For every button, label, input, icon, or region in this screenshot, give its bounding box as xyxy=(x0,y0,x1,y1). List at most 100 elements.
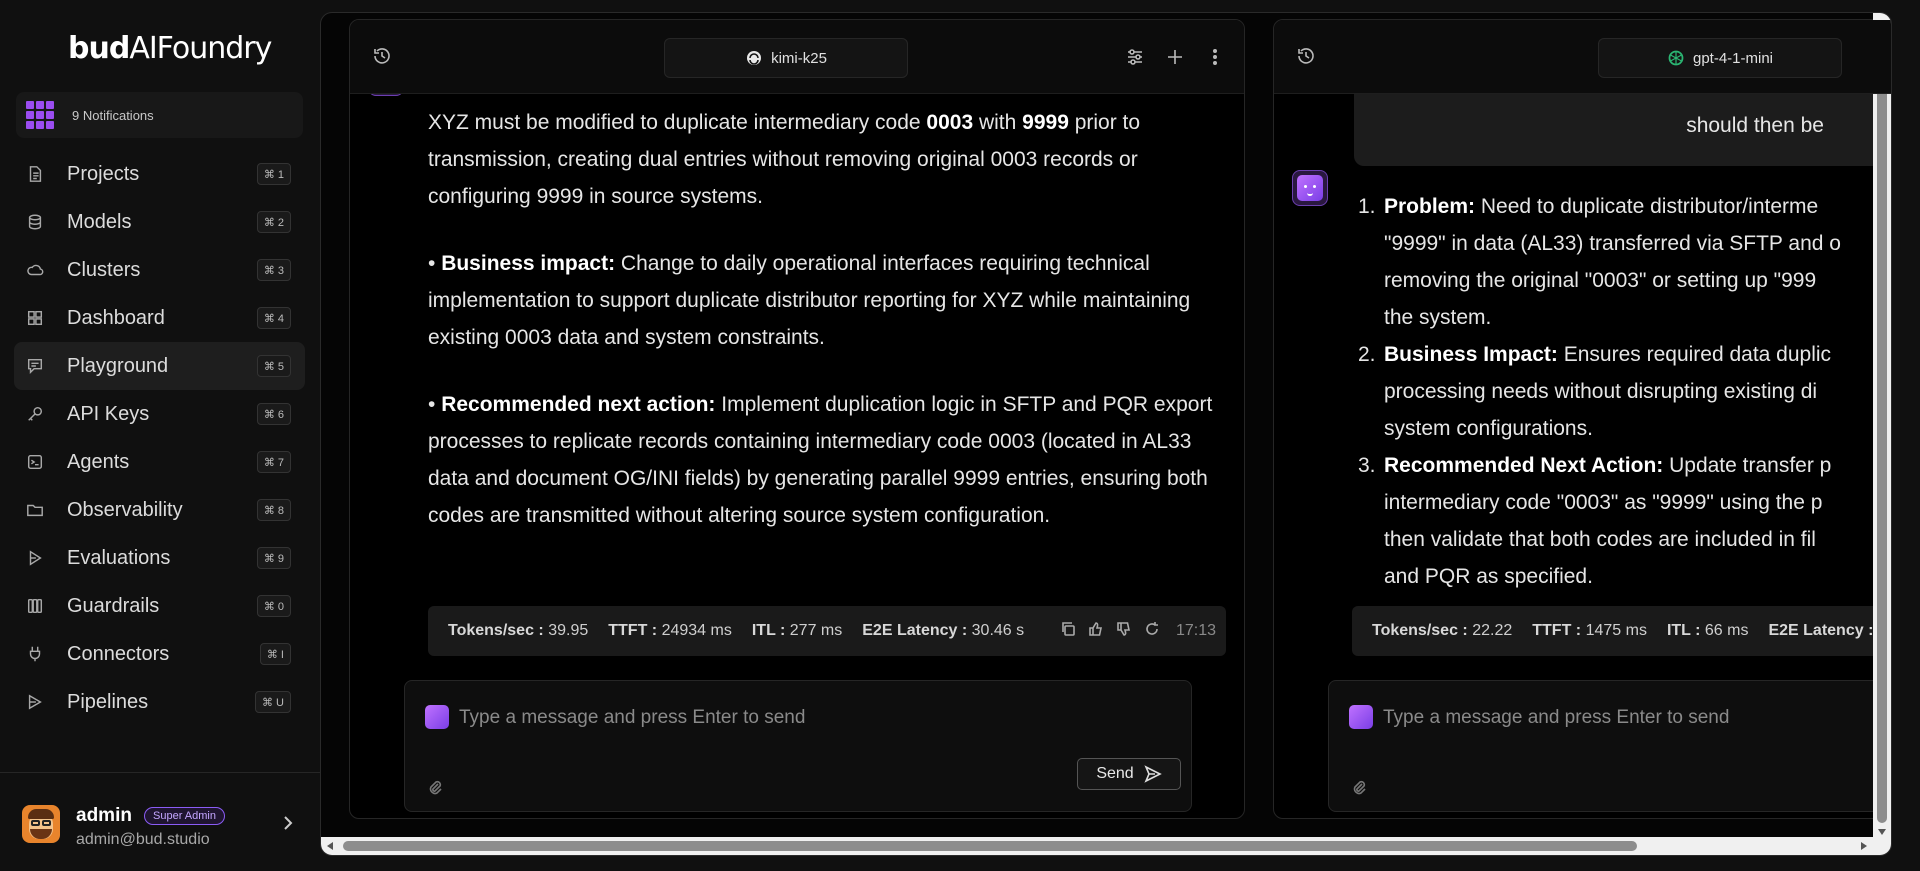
sidebar-item-label: Connectors xyxy=(67,642,170,665)
sidebar-item-label: Projects xyxy=(67,162,140,185)
shortcut-badge: ⌘ U xyxy=(255,691,291,713)
sidebar-item-clusters[interactable]: Clusters ⌘ 3 xyxy=(14,246,305,294)
message-time: 17:13 xyxy=(1175,622,1216,639)
message-paragraph: • Recommended next action: Implement dup… xyxy=(428,393,1213,527)
notifications-grid-icon xyxy=(26,101,54,129)
message-composer xyxy=(1328,680,1891,812)
add-icon[interactable] xyxy=(1164,46,1186,68)
metric-tokens-sec: Tokens/sec : 39.95 xyxy=(448,622,589,639)
user-message-text: should then be xyxy=(1686,114,1824,137)
document-icon xyxy=(25,164,45,184)
scroll-left-arrow-icon[interactable] xyxy=(327,842,333,850)
sidebar-item-playground[interactable]: Playground ⌘ 5 xyxy=(14,342,305,390)
send-button[interactable]: Send xyxy=(1077,758,1181,790)
horizontal-scrollbar[interactable] xyxy=(321,837,1891,855)
model-name: gpt-4-1-mini xyxy=(1692,49,1774,67)
sidebar-item-dashboard[interactable]: Dashboard ⌘ 4 xyxy=(14,294,305,342)
assistant-message: 1. Problem: Need to duplicate distributor… xyxy=(1358,188,1891,595)
assistant-message: XYZ must be modified to duplicate interm… xyxy=(428,104,1228,564)
scroll-thumb[interactable] xyxy=(343,841,1637,851)
folder-icon xyxy=(25,500,45,520)
sidebar-item-label: Models xyxy=(67,210,132,233)
user-name: admin xyxy=(76,805,132,826)
model-logo-icon xyxy=(745,49,763,67)
model-selector[interactable]: gpt-4-1-mini xyxy=(1598,38,1842,78)
scroll-down-arrow-icon[interactable] xyxy=(1878,829,1886,835)
shortcut-badge: ⌘ I xyxy=(259,643,291,665)
metric-ttft: TTFT : 24934 ms xyxy=(608,622,732,639)
message-input[interactable] xyxy=(1383,705,1891,731)
sidebar-item-label: Dashboard xyxy=(67,306,165,329)
user-email: admin@bud.studio xyxy=(76,831,210,848)
sidebar: budAIFoundry 9 Notifications Projects ⌘ … xyxy=(0,0,320,871)
composer-avatar xyxy=(425,705,449,729)
role-badge: Super Admin xyxy=(144,807,225,825)
sidebar-nav: Projects ⌘ 1 Models ⌘ 2 Clusters ⌘ 3 Das… xyxy=(14,150,305,726)
shortcut-badge: ⌘ 2 xyxy=(256,211,291,233)
more-vertical-icon[interactable] xyxy=(1204,46,1226,68)
message-input[interactable] xyxy=(459,705,979,731)
history-icon[interactable] xyxy=(372,46,394,68)
openai-icon xyxy=(1667,49,1685,67)
vertical-scrollbar[interactable] xyxy=(1873,13,1891,843)
sidebar-item-observability[interactable]: Observability ⌘ 8 xyxy=(14,486,305,534)
paperclip-icon[interactable] xyxy=(427,779,443,795)
sidebar-item-label: Pipelines xyxy=(67,690,149,713)
sidebar-item-api-keys[interactable]: API Keys ⌘ 6 xyxy=(14,390,305,438)
history-icon[interactable] xyxy=(1296,46,1318,68)
sidebar-item-projects[interactable]: Projects ⌘ 1 xyxy=(14,150,305,198)
message-composer: Send xyxy=(404,680,1192,812)
numbered-list: 1. Problem: Need to duplicate distributor… xyxy=(1358,188,1891,595)
paperclip-icon[interactable] xyxy=(1351,779,1367,795)
notifications-label: 9 Notifications xyxy=(72,107,154,123)
model-selector[interactable]: kimi-k25 xyxy=(664,38,908,78)
cloud-icon xyxy=(25,260,45,280)
key-icon xyxy=(25,404,45,424)
message-paragraph: • Business impact: Change to daily opera… xyxy=(428,252,1191,349)
regenerate-icon[interactable] xyxy=(1144,621,1160,642)
list-item: 2. Business Impact: Ensures required data… xyxy=(1358,343,1832,440)
thumbs-up-icon[interactable] xyxy=(1088,621,1104,642)
metric-e2e-latency: E2E Latency : 30.46 s xyxy=(862,622,1025,639)
shortcut-badge: ⌘ 9 xyxy=(256,547,291,569)
app-logo[interactable]: budAIFoundry xyxy=(68,31,272,66)
metric-tokens-sec: Tokens/sec : 22.22 xyxy=(1372,622,1513,639)
shortcut-badge: ⌘ 7 xyxy=(256,451,291,473)
thumbs-down-icon[interactable] xyxy=(1116,621,1132,642)
sidebar-item-models[interactable]: Models ⌘ 2 xyxy=(14,198,305,246)
shortcut-badge: ⌘ 0 xyxy=(256,595,291,617)
shortcut-badge: ⌘ 4 xyxy=(256,307,291,329)
sidebar-item-agents[interactable]: Agents ⌘ 7 xyxy=(14,438,305,486)
sidebar-item-evaluations[interactable]: Evaluations ⌘ 9 xyxy=(14,534,305,582)
playground-area: kimi-k25 XYZ must be modified to duplica… xyxy=(320,12,1892,856)
settings-sliders-icon[interactable] xyxy=(1124,46,1146,68)
shortcut-badge: ⌘ 3 xyxy=(256,259,291,281)
metric-itl: ITL : 66 ms xyxy=(1666,622,1749,639)
sidebar-item-guardrails[interactable]: Guardrails ⌘ 0 xyxy=(14,582,305,630)
columns-icon xyxy=(25,596,45,616)
plug-icon xyxy=(25,644,45,664)
sidebar-item-label: Clusters xyxy=(67,258,141,281)
notifications-button[interactable]: 9 Notifications xyxy=(16,92,303,138)
chevron-right-icon[interactable] xyxy=(278,813,298,833)
chat-icon xyxy=(25,356,45,376)
user-profile[interactable]: admin Super Admin admin@bud.studio xyxy=(0,772,320,871)
panel-tools xyxy=(1124,46,1226,68)
sidebar-item-label: Evaluations xyxy=(67,546,171,569)
sidebar-item-label: Observability xyxy=(67,498,183,521)
scroll-thumb[interactable] xyxy=(1877,43,1887,823)
sidebar-item-pipelines[interactable]: Pipelines ⌘ U xyxy=(14,678,305,726)
grid-icon xyxy=(25,308,45,328)
sidebar-item-label: Guardrails xyxy=(67,594,160,617)
scroll-right-arrow-icon[interactable] xyxy=(1861,842,1867,850)
copy-icon[interactable] xyxy=(1060,621,1076,642)
sidebar-item-connectors[interactable]: Connectors ⌘ I xyxy=(14,630,305,678)
chat-panel-kimi: kimi-k25 XYZ must be modified to duplica… xyxy=(349,19,1245,819)
list-item: 1. Problem: Need to duplicate distributor… xyxy=(1358,195,1841,329)
chat-panel-gpt: gpt-4-1-mini should then be 1. Problem: N… xyxy=(1273,19,1891,819)
composer-avatar xyxy=(1349,705,1373,729)
list-item: 3. Recommended Next Action: Update transf… xyxy=(1358,454,1832,588)
play-icon xyxy=(25,548,45,568)
sidebar-item-label: Agents xyxy=(67,450,130,473)
sidebar-item-label: Playground xyxy=(67,354,169,377)
